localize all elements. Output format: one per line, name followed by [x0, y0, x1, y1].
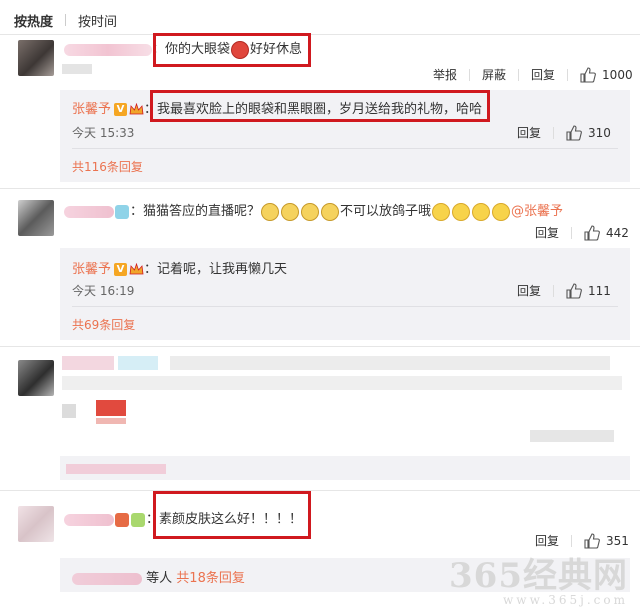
divider: [72, 306, 618, 307]
smile-face-icon: [321, 202, 340, 221]
member-badge-icon: [131, 512, 145, 527]
action-divider: [553, 284, 555, 297]
divider: [72, 148, 618, 149]
smile-face-icon: [301, 202, 320, 221]
cat-face-icon: [472, 202, 491, 221]
more-replies-link[interactable]: 共69条回复: [72, 316, 135, 333]
angry-face-icon: [231, 40, 250, 59]
mention-link[interactable]: @张馨予: [511, 204, 563, 219]
blurred-username[interactable]: [64, 43, 152, 56]
comment-actions: 举报 屏蔽 回复 1000: [433, 66, 633, 83]
reply-box: 张馨予 V ：记着呢，让我再懒几天 今天 16:19 回复 111 共69条回复: [60, 248, 630, 340]
reply-button[interactable]: 回复: [517, 282, 541, 299]
reply-author[interactable]: 张馨予: [72, 102, 111, 117]
divider: [0, 490, 640, 491]
cat-face-icon: [452, 202, 471, 221]
thumbs-up-icon: [584, 532, 600, 549]
avatar[interactable]: [18, 40, 54, 76]
smile-face-icon: [261, 202, 280, 221]
member-badge-icon: [115, 204, 129, 219]
reply-button[interactable]: 回复: [535, 532, 559, 549]
blurred-username[interactable]: [64, 205, 114, 218]
crown-icon: [129, 103, 144, 115]
like-count: 442: [606, 225, 629, 240]
more-replies-link[interactable]: 共18条回复: [176, 571, 245, 586]
tab-time[interactable]: 按时间: [78, 11, 117, 30]
action-divider: [571, 534, 573, 547]
like-button[interactable]: 442: [584, 224, 629, 241]
comment-text: ：猫猫答应的直播呢？ 不可以放鸽子哦 @张馨予: [64, 200, 563, 221]
reply-actions: 回复 310: [517, 124, 611, 141]
thumbs-up-icon: [566, 282, 582, 299]
reply-button[interactable]: 回复: [531, 66, 555, 83]
verified-badge-icon: V: [114, 263, 128, 276]
thumbs-up-icon: [580, 66, 596, 83]
sort-tabs: 按热度 按时间: [14, 10, 117, 30]
action-divider: [571, 226, 573, 239]
reply-actions: 回复 111: [517, 282, 611, 299]
report-button[interactable]: 举报: [433, 66, 457, 83]
reply-time: 今天 15:33: [72, 126, 135, 140]
action-divider: [553, 126, 555, 139]
like-button[interactable]: 351: [584, 532, 629, 549]
like-count: 1000: [602, 67, 633, 82]
divider: [0, 346, 640, 347]
like-count: 351: [606, 533, 629, 548]
divider: [0, 188, 640, 189]
action-divider: [469, 68, 471, 81]
comment-text: ：素颜皮肤这么好！！！！: [64, 508, 302, 527]
reply-text: 张馨予 V ：记着呢，让我再懒几天: [72, 262, 288, 277]
watermark: 365经典网 www.365j.com: [449, 548, 628, 607]
smile-face-icon: [281, 202, 300, 221]
reply-text: 张馨予 V ：我最喜欢脸上的眼袋和黑眼圈，岁月送给我的礼物，哈哈: [72, 102, 483, 117]
blurred-username[interactable]: [72, 572, 142, 585]
action-divider: [567, 68, 569, 81]
tab-divider: [65, 14, 67, 26]
comment-actions: 回复 351: [535, 532, 629, 549]
comment-actions: 回复 442: [535, 224, 629, 241]
reply-time: 今天 16:19: [72, 284, 135, 298]
reply-author[interactable]: 张馨予: [72, 262, 111, 277]
tab-hot[interactable]: 按热度: [14, 11, 53, 30]
thumbs-up-icon: [566, 124, 582, 141]
more-replies-link[interactable]: 共116条回复: [72, 158, 143, 175]
watermark-title: 365经典网: [449, 556, 628, 596]
like-button[interactable]: 111: [566, 282, 611, 299]
reply-summary: 等人 共18条回复: [72, 567, 245, 586]
reply-box: 张馨予 V ：我最喜欢脸上的眼袋和黑眼圈，岁月送给我的礼物，哈哈 今天 15:33 …: [60, 90, 630, 182]
crown-icon: [129, 263, 144, 275]
like-count: 310: [588, 125, 611, 140]
cat-face-icon: [432, 202, 451, 221]
comment-text: ：你的大眼袋 好好休息: [64, 38, 302, 59]
action-divider: [518, 68, 520, 81]
block-button[interactable]: 屏蔽: [482, 66, 506, 83]
cat-face-icon: [492, 202, 511, 221]
avatar[interactable]: [18, 360, 54, 396]
divider: [0, 34, 640, 35]
replied-by-label: 等人: [146, 571, 173, 586]
verified-badge-icon: V: [114, 103, 128, 116]
avatar[interactable]: [18, 200, 54, 236]
blurred-username[interactable]: [64, 513, 114, 526]
blurred-time: [62, 64, 92, 74]
avatar[interactable]: [18, 506, 54, 542]
medal-icon: [115, 512, 129, 527]
like-button[interactable]: 310: [566, 124, 611, 141]
like-count: 111: [588, 283, 611, 298]
like-button[interactable]: 1000: [580, 66, 633, 83]
reply-button[interactable]: 回复: [535, 224, 559, 241]
thumbs-up-icon: [584, 224, 600, 241]
reply-button[interactable]: 回复: [517, 124, 541, 141]
